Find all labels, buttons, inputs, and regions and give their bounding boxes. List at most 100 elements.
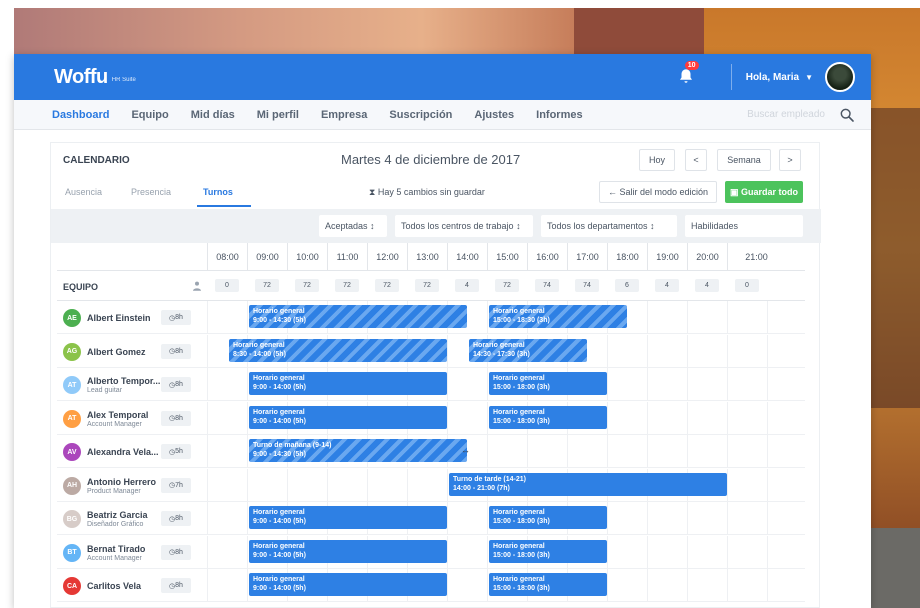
save-all-label: Guardar todo — [741, 187, 799, 197]
tab-presencia[interactable]: Presencia — [131, 187, 171, 197]
nav-suscripcion[interactable]: Suscripción — [389, 109, 452, 121]
count-row: EQUIPO 0 72 72 72 72 72 4 72 74 74 6 4 4 0 — [57, 271, 805, 301]
resize-handle-icon[interactable]: ↔ — [461, 445, 470, 455]
avatar[interactable]: CA — [63, 577, 81, 595]
shift-block[interactable]: Horario general 15:00 - 18:00 (3h) — [489, 506, 607, 529]
employee-name[interactable]: Beatriz Garcia — [87, 510, 148, 520]
nav-empresa[interactable]: Empresa — [321, 109, 367, 121]
view-selector-button[interactable]: Semana — [717, 149, 771, 171]
employee-name[interactable]: Albert Einstein — [87, 313, 151, 323]
hour-count: 74 — [535, 279, 559, 292]
grid-line — [207, 535, 208, 569]
shift-time: 9:00 - 14:00 (5h) — [253, 417, 306, 425]
employee-name[interactable]: Carlitos Vela — [87, 581, 141, 591]
nav-informes[interactable]: Informes — [536, 109, 582, 121]
tab-turnos[interactable]: Turnos — [203, 187, 233, 197]
nav-equipo[interactable]: Equipo — [131, 109, 168, 121]
grid-line — [607, 401, 608, 435]
shift-block[interactable]: Horario general 15:00 - 18:00 (3h) — [489, 573, 607, 596]
grid-line — [207, 435, 208, 468]
today-button[interactable]: Hoy — [639, 149, 675, 171]
shift-block[interactable]: Horario general 15:00 - 18:30 (3h) — [489, 305, 627, 328]
time-column-header: 12:00 — [367, 243, 407, 271]
hour-count: 4 — [655, 279, 679, 292]
grid-line — [447, 569, 448, 602]
calendar-panel: CALENDARIO Martes 4 de diciembre de 2017… — [50, 142, 821, 608]
exit-edit-mode-button[interactable]: ← Salir del modo edición — [599, 181, 717, 203]
time-column-header: 09:00 — [247, 243, 287, 271]
nav-ajustes[interactable]: Ajustes — [474, 109, 514, 121]
hour-count: 72 — [295, 279, 319, 292]
employee-name[interactable]: Alex Temporal — [87, 410, 148, 420]
chevron-down-icon[interactable]: ▼ — [805, 73, 813, 82]
grid-line — [207, 502, 208, 535]
avatar[interactable]: AG — [63, 342, 81, 361]
shift-title: Horario general — [253, 576, 305, 583]
prev-button[interactable]: < — [685, 149, 707, 171]
hourglass-icon: ⧗ — [369, 187, 378, 197]
time-column-header: 20:00 — [687, 243, 727, 271]
shift-block[interactable]: Horario general 15:00 - 18:00 (3h) — [489, 372, 607, 395]
time-column-header: 19:00 — [647, 243, 687, 271]
avatar[interactable]: BT — [63, 543, 81, 562]
shift-block[interactable]: Horario general 9:00 - 14:00 (5h) — [249, 372, 447, 395]
employee-name[interactable]: Bernat Tirado — [87, 544, 145, 554]
grid-line — [687, 368, 688, 401]
grid-line — [647, 435, 648, 468]
hour-count: 72 — [375, 279, 399, 292]
avatar[interactable]: AH — [63, 476, 81, 495]
logo[interactable]: Woffu — [54, 66, 108, 89]
time-column-header: 13:00 — [407, 243, 447, 271]
main-nav: Dashboard Equipo Mid días Mi perfil Empr… — [14, 100, 871, 130]
avatar[interactable]: AT — [63, 376, 81, 394]
employee-role: Account Manager — [87, 554, 142, 562]
employee-role: Diseñador Gráfico — [87, 521, 144, 528]
grid-line — [607, 368, 608, 401]
tab-ausencia[interactable]: Ausencia — [65, 187, 102, 197]
grid-line — [647, 334, 648, 368]
avatar[interactable]: AV — [63, 443, 81, 461]
avatar[interactable] — [825, 62, 855, 92]
search-input[interactable]: Buscar empleado — [747, 109, 825, 120]
shift-block[interactable]: Horario general 8:30 - 14:00 (5h) — [229, 338, 447, 362]
nav-mi-perfil[interactable]: Mi perfil — [257, 109, 299, 121]
hours-value: 8h — [175, 548, 183, 556]
shift-block[interactable]: Horario general 15:00 - 18:00 (3h) — [489, 539, 607, 563]
shift-block[interactable]: Horario general 9:00 - 14:00 (5h) — [249, 506, 447, 529]
avatar[interactable]: BG — [63, 510, 81, 528]
bell-icon[interactable]: 10 — [677, 61, 699, 87]
employee-row: AG Albert Gomez ◷ 8h Horario general 8:30 - … — [57, 334, 805, 368]
employee-name[interactable]: Antonio Herrero — [87, 477, 156, 487]
shift-block[interactable]: Horario general 9:00 - 14:00 (5h) — [249, 539, 447, 563]
shift-block[interactable]: Horario general 9:00 - 14:30 (5h) — [249, 305, 467, 328]
grid-line — [207, 401, 208, 435]
save-all-button[interactable]: ▣ Guardar todo — [725, 181, 803, 203]
department-filter[interactable]: Todos los departamentos ↕ — [541, 215, 677, 237]
next-button[interactable]: > — [779, 149, 801, 171]
shift-block[interactable]: Turno de mañana (9-14) 9:00 - 14:30 (5h) — [249, 439, 467, 462]
shift-block[interactable]: Turno de tarde (14-21) 14:00 - 21:00 (7h) — [449, 472, 727, 496]
grid-line — [607, 502, 608, 535]
shift-block[interactable]: Horario general 9:00 - 14:00 (5h) — [249, 573, 447, 596]
workplace-filter[interactable]: Todos los centros de trabajo ↕ — [395, 215, 533, 237]
grid-line — [687, 401, 688, 435]
shift-block[interactable]: Horario general 14:30 - 17:30 (3h) — [469, 338, 587, 362]
user-greeting[interactable]: Hola, Maria — [746, 72, 799, 83]
avatar[interactable]: AE — [63, 309, 81, 327]
grid-line — [487, 535, 488, 569]
avatar[interactable]: AT — [63, 409, 81, 428]
shift-block[interactable]: Horario general 15:00 - 18:00 (3h) — [489, 405, 607, 429]
employee-name[interactable]: Albert Gomez — [87, 347, 146, 357]
grid-line — [247, 569, 248, 602]
employee-name[interactable]: Alberto Tempor... — [87, 376, 160, 386]
nav-mid-dias[interactable]: Mid días — [191, 109, 235, 121]
grid-line — [727, 502, 728, 535]
grid-line — [287, 468, 288, 502]
search-icon[interactable] — [839, 107, 855, 123]
shift-block[interactable]: Horario general 9:00 - 14:00 (5h) — [249, 405, 447, 429]
nav-dashboard[interactable]: Dashboard — [52, 109, 109, 121]
skills-filter[interactable]: Habilidades — [685, 215, 803, 237]
grid-line — [247, 535, 248, 569]
status-filter[interactable]: Aceptadas ↕ — [319, 215, 387, 237]
employee-name[interactable]: Alexandra Vela... — [87, 447, 159, 457]
